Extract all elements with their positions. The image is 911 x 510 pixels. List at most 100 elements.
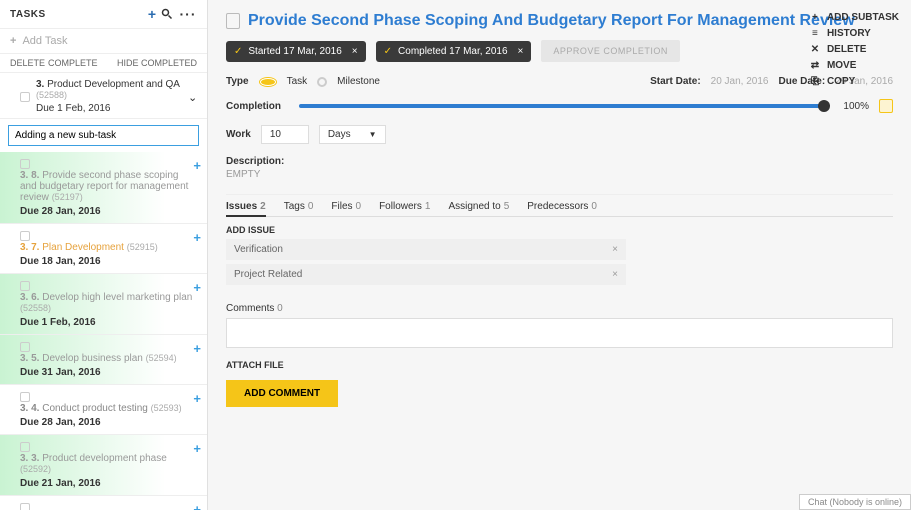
new-subtask-field[interactable] <box>8 125 199 146</box>
task-add-icon[interactable]: + <box>193 391 201 406</box>
task-due: Due 31 Jan, 2016 <box>20 367 197 378</box>
task-checkbox[interactable] <box>20 281 30 291</box>
action-move[interactable]: ⇄MOVE <box>809 60 899 71</box>
tab-files[interactable]: Files0 <box>331 201 361 212</box>
tab-issues[interactable]: Issues2 <box>226 201 266 217</box>
description-empty[interactable]: EMPTY <box>226 169 893 180</box>
action-history[interactable]: ≡HISTORY <box>809 28 899 39</box>
completion-label: Completion <box>226 101 281 112</box>
task-checkbox[interactable] <box>20 442 30 452</box>
add-comment-button[interactable]: ADD COMMENT <box>226 380 338 407</box>
task-add-icon[interactable]: + <box>193 441 201 456</box>
chip-completed-label: Completed 17 Mar, 2016 <box>398 46 508 57</box>
chip-completed-close[interactable]: × <box>518 46 524 57</box>
sidebar-title: TASKS <box>10 9 143 20</box>
detail-tabs: Issues2 Tags0 Files0 Followers1 Assigned… <box>226 194 893 217</box>
task-item[interactable]: 3. 3. Product development phase (52592) … <box>0 435 207 496</box>
task-add-icon[interactable]: + <box>193 280 201 295</box>
issue-text: Project Related <box>234 269 302 280</box>
group-name: Product Development and QA <box>47 79 179 90</box>
type-label: Type <box>226 76 249 87</box>
task-add-icon[interactable]: + <box>193 502 201 510</box>
task-item[interactable]: 3. 6. Develop high level marketing plan … <box>0 274 207 335</box>
task-detail: Provide Second Phase Scoping And Budgeta… <box>208 0 911 510</box>
check-icon: ✓ <box>234 46 242 57</box>
chat-bar[interactable]: Chat (Nobody is online) <box>799 494 911 510</box>
type-milestone-radio[interactable] <box>317 77 327 87</box>
search-icon[interactable] <box>161 8 179 20</box>
task-due: Due 21 Jan, 2016 <box>20 478 197 489</box>
task-item[interactable]: 3. 8. Provide second phase scoping and b… <box>0 152 207 224</box>
task-due: Due 1 Feb, 2016 <box>20 317 197 328</box>
task-checkbox[interactable] <box>20 342 30 352</box>
task-add-icon[interactable]: + <box>193 230 201 245</box>
type-task-radio[interactable] <box>259 77 277 87</box>
add-issue-heading: ADD ISSUE <box>226 225 893 235</box>
more-icon[interactable]: ··· <box>179 6 197 22</box>
task-due: Due 18 Jan, 2016 <box>20 256 197 267</box>
task-checkbox[interactable] <box>20 392 30 402</box>
add-task-row[interactable]: + Add Task <box>0 29 207 54</box>
task-item[interactable]: 3. 4. Conduct product testing (52593) Du… <box>0 385 207 435</box>
col-hide[interactable]: HIDE COMPLETED <box>102 58 197 68</box>
action-delete[interactable]: ✕DELETE <box>809 44 899 55</box>
issue-remove-icon[interactable]: × <box>612 269 618 280</box>
completion-confirm[interactable] <box>879 99 893 113</box>
chip-started-close[interactable]: × <box>352 46 358 57</box>
issue-row[interactable]: Project Related × <box>226 264 626 285</box>
completion-percent: 100% <box>843 101 869 112</box>
task-checkbox[interactable] <box>20 159 30 169</box>
col-complete: COMPLETE <box>48 58 102 68</box>
type-task-label: Task <box>287 76 308 87</box>
approve-completion-button[interactable]: APPROVE COMPLETION <box>541 40 680 62</box>
work-label: Work <box>226 129 251 140</box>
tab-tags[interactable]: Tags0 <box>284 201 314 212</box>
task-checkbox[interactable] <box>20 503 30 510</box>
tab-predecessors[interactable]: Predecessors0 <box>527 201 597 212</box>
group-checkbox[interactable] <box>20 92 30 102</box>
task-add-icon[interactable]: + <box>193 341 201 356</box>
slider-knob[interactable] <box>818 100 830 112</box>
new-subtask-input[interactable] <box>8 125 199 146</box>
check-icon: ✓ <box>384 46 392 57</box>
task-checkbox[interactable] <box>20 231 30 241</box>
work-unit-select[interactable]: Days ▼ <box>319 125 386 144</box>
sidebar-columns: DELETE COMPLETE HIDE COMPLETED <box>0 54 207 73</box>
task-item[interactable]: 3. 5. Develop business plan (52594) Due … <box>0 335 207 385</box>
add-task-label: Add Task <box>22 35 67 47</box>
group-num: 3. <box>36 79 44 90</box>
group-header[interactable]: 3. Product Development and QA (52588) Du… <box>0 73 207 119</box>
issue-row[interactable]: Verification × <box>226 239 626 260</box>
work-unit-value: Days <box>328 129 351 140</box>
chip-started[interactable]: ✓ Started 17 Mar, 2016 × <box>226 41 366 62</box>
comments-label: Comments <box>226 303 274 314</box>
add-task-icon[interactable]: + <box>143 6 161 22</box>
task-title: Provide Second Phase Scoping And Budgeta… <box>248 12 855 30</box>
start-date-value[interactable]: 20 Jan, 2016 <box>711 76 769 87</box>
work-value-input[interactable]: 10 <box>261 125 309 144</box>
task-due: Due 28 Jan, 2016 <box>20 206 197 217</box>
completion-slider[interactable] <box>299 104 825 108</box>
task-actions: +ADD SUBTASK ≡HISTORY ✕DELETE ⇄MOVE ⎘COP… <box>809 12 899 87</box>
chevron-up-icon[interactable]: ⌃ <box>188 90 197 103</box>
tab-assigned[interactable]: Assigned to5 <box>448 201 509 212</box>
task-icon <box>226 13 240 29</box>
action-copy[interactable]: ⎘COPY <box>809 76 899 87</box>
task-due: Due 28 Jan, 2016 <box>20 417 197 428</box>
chip-completed[interactable]: ✓ Completed 17 Mar, 2016 × <box>376 41 532 62</box>
task-item[interactable]: 3. 7. Plan Development (52915) Due 18 Ja… <box>0 224 207 274</box>
description-label: Description: <box>226 156 893 167</box>
comments-count: 0 <box>277 303 283 314</box>
chip-started-label: Started 17 Mar, 2016 <box>248 46 341 57</box>
chevron-down-icon: ▼ <box>369 130 377 139</box>
action-add-subtask[interactable]: +ADD SUBTASK <box>809 12 899 23</box>
task-add-icon[interactable]: + <box>193 158 201 173</box>
comment-input[interactable] <box>226 318 893 348</box>
attach-file[interactable]: ATTACH FILE <box>226 360 893 370</box>
issue-text: Verification <box>234 244 283 255</box>
issue-remove-icon[interactable]: × <box>612 244 618 255</box>
tasks-sidebar: TASKS + ··· + Add Task DELETE COMPLETE H… <box>0 0 208 510</box>
group-due: Due 1 Feb, 2016 <box>36 103 188 114</box>
tab-followers[interactable]: Followers1 <box>379 201 430 212</box>
task-item[interactable]: 3. 2. Solicit feedback from end-customer… <box>0 496 207 510</box>
